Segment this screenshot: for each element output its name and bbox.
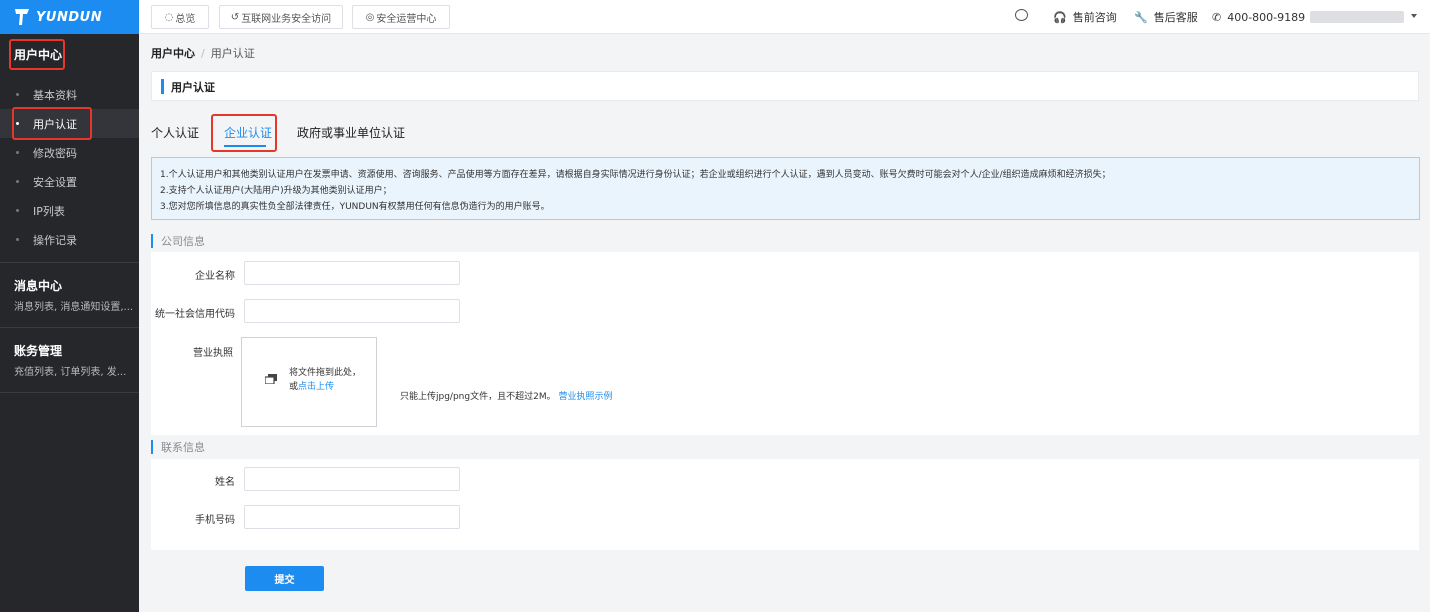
top-bar: ◌ 总览 ↺ 互联网业务安全访问 ◎ 安全运营中心 🎧 售前咨询 🔧 售后客服 …	[139, 0, 1430, 34]
tab-personal[interactable]: 个人认证	[151, 124, 199, 141]
credit-code-label: 统一社会信用代码	[155, 309, 235, 320]
company-name-input[interactable]	[244, 261, 460, 285]
sidebar-item-operation-log[interactable]: 操作记录	[0, 225, 139, 254]
page-title-bar: 用户认证	[151, 71, 1419, 101]
sidebar-item-label: 操作记录	[33, 233, 77, 247]
upload-link[interactable]: 点击上传	[298, 382, 334, 392]
notice-box: 1.个人认证用户和其他类别认证用户在发票申请、资源使用、咨询服务、产品使用等方面…	[151, 157, 1420, 220]
tab-internet-access[interactable]: ↺ 互联网业务安全访问	[219, 5, 343, 29]
phone-number: 400-800-9189	[1227, 10, 1306, 24]
hotline[interactable]: ✆ 400-800-9189	[1212, 0, 1305, 34]
bullet-icon	[16, 151, 19, 154]
submit-button[interactable]: 提交	[245, 566, 324, 591]
bullet-icon	[16, 209, 19, 212]
breadcrumb-root[interactable]: 用户中心	[151, 47, 195, 60]
sidebar-item-change-password[interactable]: 修改密码	[0, 138, 139, 167]
sidebar: YUNDUN 用户中心 基本资料 用户认证 修改密码 安全设置 IP列表 操作记…	[0, 0, 139, 612]
highlight-box	[9, 39, 65, 70]
sidebar-group-title: 消息中心	[14, 279, 63, 293]
sidebar-item-label: 基本资料	[33, 88, 77, 102]
breadcrumb: 用户中心 / 用户认证	[151, 45, 255, 61]
account-name[interactable]	[1310, 11, 1404, 23]
highlight-box	[211, 114, 277, 152]
highlight-box	[12, 107, 92, 140]
upload-hint: 只能上传jpg/png文件，且不超过2M。 营业执照示例	[400, 389, 612, 402]
brand-logo[interactable]: YUNDUN	[0, 0, 139, 34]
tab-label: 安全运营中心	[376, 13, 437, 25]
chevron-down-icon[interactable]	[1411, 14, 1417, 18]
message-icon[interactable]	[1015, 9, 1028, 21]
sidebar-divider	[0, 392, 139, 393]
sidebar-item-label: IP列表	[33, 204, 65, 218]
upload-icon	[265, 374, 277, 384]
sidebar-item-user-verification[interactable]: 用户认证	[0, 107, 139, 140]
upload-hint-text: 只能上传jpg/png文件，且不超过2M。	[400, 392, 556, 402]
page-title: 用户认证	[171, 81, 215, 94]
contact-name-label: 姓名	[215, 477, 235, 488]
tab-label: 互联网业务安全访问	[241, 13, 332, 25]
section-accent	[151, 234, 153, 248]
section-title-company: 公司信息	[151, 233, 205, 249]
company-name-label: 企业名称	[195, 271, 235, 282]
wrench-icon: 🔧	[1134, 10, 1148, 24]
tab-government[interactable]: 政府或事业单位认证	[297, 124, 405, 141]
upload-instructions: 将文件拖到此处，或点击上传	[289, 366, 369, 394]
notice-line: 1.个人认证用户和其他类别认证用户在发票申请、资源使用、咨询服务、产品使用等方面…	[160, 170, 1111, 180]
bullet-icon	[16, 180, 19, 183]
phone-icon: ✆	[1212, 10, 1222, 24]
section-accent	[151, 440, 153, 454]
link-icon: ↺	[230, 11, 240, 23]
sidebar-item-security-settings[interactable]: 安全设置	[0, 167, 139, 196]
sidebar-group-subtitle: 消息列表, 消息通知设置,...	[14, 302, 134, 313]
notice-line: 2.支持个人认证用户(大陆用户)升级为其他类别认证用户；	[160, 186, 392, 196]
section-title-text: 联系信息	[161, 441, 205, 454]
headset-icon: 🎧	[1053, 10, 1067, 24]
sidebar-group-message-center[interactable]: 消息中心 消息列表, 消息通知设置,...	[0, 263, 139, 327]
license-label: 营业执照	[193, 348, 233, 359]
aftersale-service[interactable]: 🔧 售后客服	[1134, 0, 1198, 34]
contact-phone-label: 手机号码	[195, 515, 235, 526]
breadcrumb-current: 用户认证	[210, 47, 255, 60]
title-accent	[161, 79, 164, 94]
sidebar-item-ip-list[interactable]: IP列表	[0, 196, 139, 225]
license-sample-link[interactable]: 营业执照示例	[558, 392, 612, 402]
logo-icon	[15, 9, 29, 25]
dashboard-icon: ◌	[164, 11, 174, 23]
tab-label: 总览	[175, 13, 196, 25]
sidebar-group-subtitle: 充值列表, 订单列表, 发...	[14, 367, 127, 378]
tab-security-operations[interactable]: ◎ 安全运营中心	[352, 5, 450, 29]
bullet-icon	[16, 238, 19, 241]
tab-dashboard[interactable]: ◌ 总览	[151, 5, 209, 29]
sidebar-group-billing[interactable]: 账务管理 充值列表, 订单列表, 发...	[0, 328, 139, 392]
breadcrumb-separator: /	[201, 47, 205, 60]
aftersale-label: 售后客服	[1153, 11, 1198, 24]
sidebar-item-profile[interactable]: 基本资料	[0, 80, 139, 109]
sidebar-item-label: 修改密码	[33, 146, 77, 160]
contact-phone-input[interactable]	[244, 505, 460, 529]
contact-name-input[interactable]	[244, 467, 460, 491]
brand-name: YUNDUN	[36, 9, 103, 25]
section-title-text: 公司信息	[161, 235, 205, 248]
bullet-icon	[16, 93, 19, 96]
notice-line: 3.您对您所填信息的真实性负全部法律责任，YUNDUN有权禁用任何有信息伪造行为…	[160, 202, 550, 212]
shield-icon: ◎	[365, 11, 375, 23]
section-title-contact: 联系信息	[151, 439, 205, 455]
presale-consult[interactable]: 🎧 售前咨询	[1053, 0, 1117, 34]
presale-label: 售前咨询	[1072, 11, 1117, 24]
credit-code-input[interactable]	[244, 299, 460, 323]
sidebar-group-title: 账务管理	[14, 344, 63, 358]
sidebar-section-user-center[interactable]: 用户中心	[0, 34, 139, 74]
sidebar-item-label: 安全设置	[33, 175, 77, 189]
